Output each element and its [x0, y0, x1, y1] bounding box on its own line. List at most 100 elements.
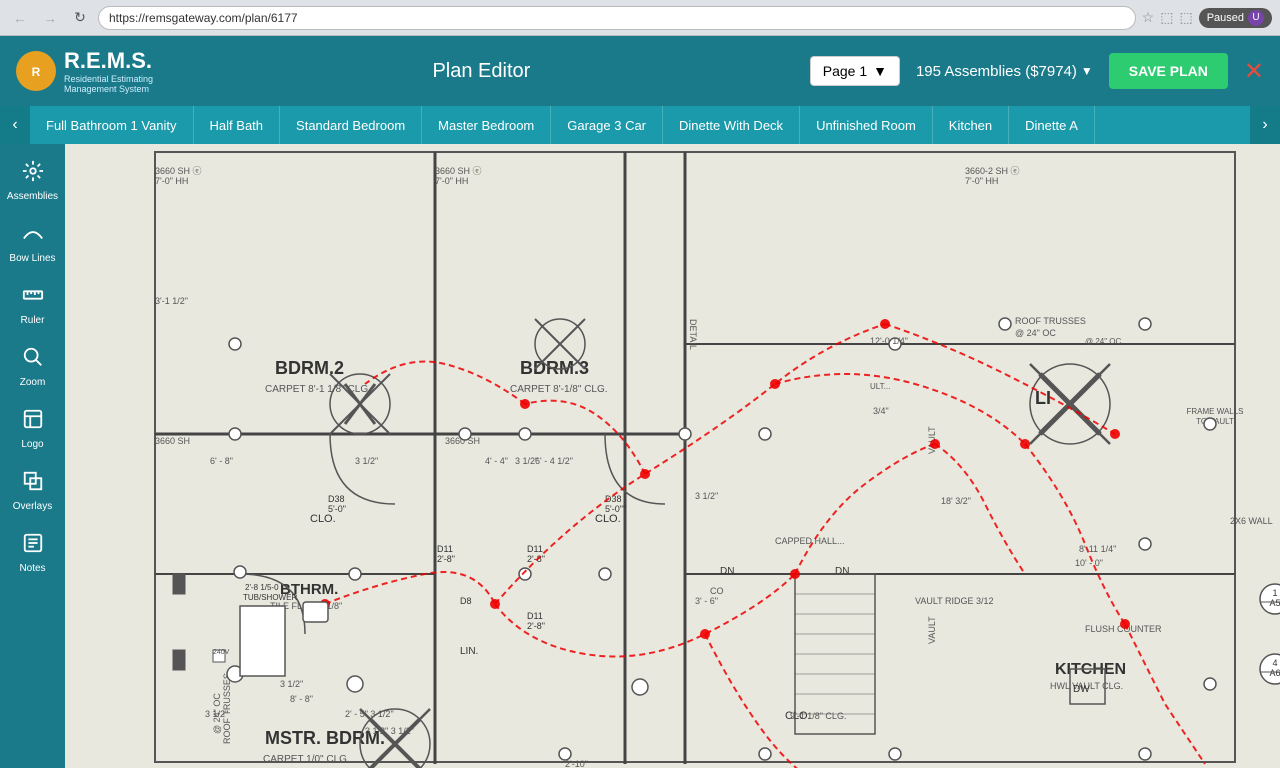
svg-text:7'-0" HH: 7'-0" HH: [965, 176, 998, 186]
reload-button[interactable]: ↻: [68, 6, 92, 30]
room-tabs-container: ‹ Full Bathroom 1 VanityHalf BathStandar…: [0, 106, 1280, 144]
logo-area: R R.E.M.S. Residential Estimating Manage…: [16, 48, 153, 94]
room-tab-dinette-with-deck[interactable]: Dinette With Deck: [663, 106, 800, 144]
tabs-next-button[interactable]: ›: [1250, 106, 1280, 144]
svg-text:@ 24" OC: @ 24" OC: [1015, 328, 1056, 338]
svg-text:4: 4: [1272, 658, 1277, 668]
brand-name: R.E.M.S.: [64, 48, 153, 74]
page-selector[interactable]: Page 1 ▼: [810, 56, 900, 86]
sidebar-item-logo[interactable]: Logo: [3, 400, 63, 458]
room-tab-garage-3-car[interactable]: Garage 3 Car: [551, 106, 663, 144]
svg-text:1: 1: [1272, 588, 1277, 598]
brand-subtitle2: Management System: [64, 84, 153, 94]
sidebar-item-notes[interactable]: Notes: [3, 524, 63, 582]
svg-text:DETAIL: DETAIL: [688, 319, 698, 350]
sidebar-item-zoom[interactable]: Zoom: [3, 338, 63, 396]
room-tab-kitchen[interactable]: Kitchen: [933, 106, 1009, 144]
svg-text:10' - 0": 10' - 0": [1075, 558, 1103, 568]
svg-text:9'-1 1/8" CLG.: 9'-1 1/8" CLG.: [790, 711, 846, 721]
room-tabs: Full Bathroom 1 VanityHalf BathStandard …: [30, 106, 1250, 144]
page-label: Page 1: [823, 63, 867, 79]
room-tab-dinette-a[interactable]: Dinette A: [1009, 106, 1095, 144]
back-button[interactable]: ←: [8, 6, 32, 30]
svg-text:A6: A6: [1269, 668, 1280, 678]
brand-subtitle: Residential Estimating: [64, 74, 153, 84]
svg-text:3 1/2": 3 1/2": [355, 456, 378, 466]
svg-text:18' 3/2": 18' 3/2": [941, 496, 971, 506]
svg-text:3660 SH ⓔ: 3660 SH ⓔ: [435, 166, 482, 176]
sidebar-item-label-logo: Logo: [21, 439, 43, 450]
svg-text:3/4": 3/4": [873, 406, 889, 416]
svg-text:CLO.: CLO.: [595, 513, 621, 525]
address-bar[interactable]: https://remsgateway.com/plan/6177: [98, 6, 1136, 30]
svg-text:ULT...: ULT...: [870, 382, 890, 391]
svg-text:2'-8": 2'-8": [527, 621, 545, 631]
zoom-icon: [22, 346, 44, 374]
svg-text:CO: CO: [710, 586, 724, 596]
app-header: R R.E.M.S. Residential Estimating Manage…: [0, 36, 1280, 106]
ruler-icon: [22, 284, 44, 312]
svg-text:240V: 240V: [213, 649, 230, 656]
svg-text:7'-0" HH: 7'-0" HH: [435, 176, 468, 186]
page-title: Plan Editor: [169, 60, 794, 83]
svg-text:BDRM.2: BDRM.2: [275, 358, 344, 378]
paused-badge: Paused U: [1199, 8, 1272, 28]
svg-text:ROOF TRUSSES: ROOF TRUSSES: [1015, 316, 1086, 326]
tabs-prev-button[interactable]: ‹: [0, 106, 30, 144]
svg-text:D38: D38: [328, 494, 345, 504]
logo-text: R.E.M.S. Residential Estimating Manageme…: [64, 48, 153, 94]
sidebar-item-bow-lines[interactable]: Bow Lines: [3, 214, 63, 272]
bow-lines-icon: [22, 222, 44, 250]
sidebar-item-assemblies[interactable]: Assemblies: [3, 152, 63, 210]
profile-icon[interactable]: ⬚: [1179, 9, 1192, 26]
svg-text:6' - 8": 6' - 8": [210, 456, 233, 466]
sidebar-item-overlays[interactable]: Overlays: [3, 462, 63, 520]
room-tab-unfinished-room[interactable]: Unfinished Room: [800, 106, 933, 144]
svg-text:D11: D11: [527, 611, 543, 621]
svg-text:3660 SH ⓔ: 3660 SH ⓔ: [155, 166, 202, 176]
svg-text:DN: DN: [720, 566, 734, 577]
svg-text:A5: A5: [1269, 598, 1280, 608]
paused-avatar: U: [1248, 10, 1264, 26]
assemblies-chevron-icon: ▼: [1081, 64, 1093, 78]
svg-text:5'-0": 5'-0": [328, 504, 346, 514]
assemblies-icon: [22, 160, 44, 188]
room-tab-master-bedroom[interactable]: Master Bedroom: [422, 106, 551, 144]
save-plan-button[interactable]: SAVE PLAN: [1109, 53, 1228, 89]
sidebar-item-label-notes: Notes: [19, 563, 45, 574]
blueprint-canvas: BDRM.2 CARPET 8'-1 1/8" CLG. BDRM.3 CARP…: [65, 144, 1280, 768]
extensions-icon[interactable]: ⬚: [1160, 9, 1173, 26]
svg-text:CLO.: CLO.: [310, 513, 336, 525]
room-tab-half-bath[interactable]: Half Bath: [194, 106, 280, 144]
svg-text:LI: LI: [1035, 388, 1051, 408]
sidebar-item-label-zoom: Zoom: [20, 377, 46, 388]
svg-text:2'-8": 2'-8": [527, 554, 545, 564]
svg-text:CAPPED HALL...: CAPPED HALL...: [775, 536, 845, 546]
svg-text:8'-11 1/4": 8'-11 1/4": [1079, 544, 1116, 554]
close-button[interactable]: ✕: [1244, 57, 1264, 86]
overlays-icon: [22, 470, 44, 498]
assemblies-cost[interactable]: 195 Assemblies ($7974) ▼: [916, 63, 1093, 80]
svg-text:5'-0"": 5'-0"": [605, 504, 626, 514]
forward-button[interactable]: →: [38, 6, 62, 30]
sidebar-item-ruler[interactable]: Ruler: [3, 276, 63, 334]
room-tab-full-bath-1[interactable]: Full Bathroom 1 Vanity: [30, 106, 194, 144]
svg-text:@ 24" OC: @ 24" OC: [212, 693, 222, 734]
sidebar: Assemblies Bow Lines Ruler Zoom Logo Overlays…: [0, 144, 65, 768]
svg-text:VAULT: VAULT: [927, 616, 937, 644]
svg-text:8' - 8": 8' - 8": [290, 694, 313, 704]
sidebar-item-label-bow-lines: Bow Lines: [9, 253, 55, 264]
sidebar-item-label-ruler: Ruler: [21, 315, 45, 326]
bookmark-icon[interactable]: ☆: [1142, 9, 1155, 26]
svg-text:2'-10": 2'-10": [565, 759, 588, 768]
svg-text:6' - 4 1/2": 6' - 4 1/2": [535, 456, 573, 466]
svg-text:VAULT RIDGE 3/12: VAULT RIDGE 3/12: [915, 596, 994, 606]
svg-text:@ 24" OC: @ 24" OC: [1085, 337, 1122, 346]
logo-icon: [22, 408, 44, 436]
assemblies-label: 195 Assemblies ($7974): [916, 63, 1077, 80]
svg-text:CARPET 8'-1 1/8" CLG.: CARPET 8'-1 1/8" CLG.: [265, 384, 371, 395]
svg-text:3' - 6": 3' - 6": [695, 596, 718, 606]
svg-text:CARPET 8'-1/8" CLG.: CARPET 8'-1/8" CLG.: [510, 384, 608, 395]
room-tab-standard-bedroom[interactable]: Standard Bedroom: [280, 106, 422, 144]
sidebar-item-label-overlays: Overlays: [13, 501, 52, 512]
